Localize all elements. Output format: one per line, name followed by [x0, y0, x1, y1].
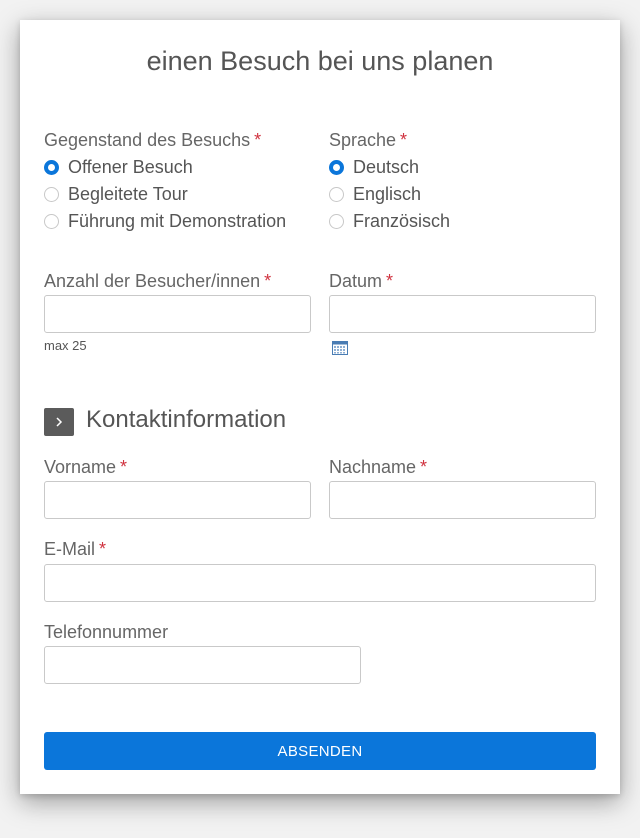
radio-label: Französisch	[353, 211, 451, 231]
required-mark: *	[264, 271, 272, 291]
chevron-right-icon	[56, 417, 63, 427]
phone-label: Telefonnummer	[44, 622, 169, 642]
submit-button[interactable]: ABSENDEN	[44, 732, 596, 770]
language-label: Sprache *	[329, 130, 408, 150]
required-mark: *	[386, 271, 394, 291]
radio-label: Offener Besuch	[68, 157, 193, 177]
first-name-label: Vorname *	[44, 457, 128, 477]
form-title: einen Besuch bei uns planen	[146, 46, 494, 76]
radio-label: Begleitete Tour	[68, 184, 188, 204]
radio-label: Deutsch	[353, 157, 420, 177]
calendar-icon[interactable]	[332, 341, 348, 355]
visitors-hint: max 25	[44, 338, 87, 353]
radio-button[interactable]	[44, 187, 59, 202]
radio-button[interactable]	[44, 214, 59, 229]
radio-button[interactable]	[329, 214, 344, 229]
radio-button-checked[interactable]	[329, 160, 344, 175]
radio-deutsch[interactable]: Deutsch	[329, 157, 419, 178]
contact-section-title: Kontaktinformation	[86, 406, 287, 433]
visit-subject-label: Gegenstand des Besuchs *	[44, 130, 262, 150]
radio-button-checked[interactable]	[44, 160, 59, 175]
date-input[interactable]	[329, 295, 596, 333]
email-input[interactable]	[44, 564, 596, 602]
radio-offener-besuch[interactable]: Offener Besuch	[44, 157, 193, 178]
required-mark: *	[99, 539, 107, 559]
visitors-label: Anzahl der Besucher/innen *	[44, 271, 272, 291]
radio-button[interactable]	[329, 187, 344, 202]
date-label: Datum *	[329, 271, 394, 291]
required-mark: *	[254, 130, 262, 150]
required-mark: *	[420, 457, 428, 477]
radio-label: Englisch	[353, 184, 422, 204]
radio-englisch[interactable]: Englisch	[329, 184, 421, 205]
required-mark: *	[120, 457, 128, 477]
visit-form-card: einen Besuch bei uns planen Gegenstand d…	[20, 20, 620, 794]
first-name-input[interactable]	[44, 481, 311, 519]
radio-franzoesisch[interactable]: Französisch	[329, 211, 450, 232]
last-name-input[interactable]	[329, 481, 596, 519]
radio-begleitete-tour[interactable]: Begleitete Tour	[44, 184, 188, 205]
last-name-label: Nachname *	[329, 457, 428, 477]
phone-input[interactable]	[44, 646, 361, 684]
required-mark: *	[400, 130, 408, 150]
visitors-count-input[interactable]	[44, 295, 311, 333]
contact-section-toggle[interactable]	[44, 408, 74, 436]
email-label: E-Mail *	[44, 539, 107, 559]
radio-label: Führung mit Demonstration	[68, 211, 287, 231]
radio-fuehrung-mit-demonstration[interactable]: Führung mit Demonstration	[44, 211, 286, 232]
